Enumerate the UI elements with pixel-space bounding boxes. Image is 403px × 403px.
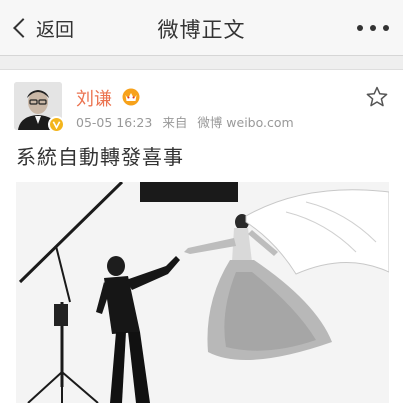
- wedding-photo: [16, 182, 389, 403]
- more-dot: [357, 25, 363, 31]
- more-options-button[interactable]: [357, 20, 389, 36]
- more-dot: [383, 25, 389, 31]
- post-source[interactable]: 微博 weibo.com: [197, 115, 293, 130]
- post-timestamp: 05-05 16:23: [76, 115, 153, 130]
- post-text: 系統自動轉發喜事: [16, 145, 184, 169]
- verified-badge-icon: [48, 116, 65, 133]
- star-outline-icon[interactable]: [365, 85, 389, 109]
- weibo-post: 刘谦 05-05 16:23 来自 微博 weibo.com 系統自動轉發喜事: [0, 71, 403, 403]
- post-image[interactable]: [16, 182, 389, 403]
- vip-crown-icon[interactable]: [121, 86, 141, 106]
- author-name[interactable]: 刘谦: [76, 85, 112, 111]
- source-prefix: 来自: [162, 115, 188, 130]
- section-divider: [0, 56, 403, 70]
- top-navigation-bar: 返回 微博正文: [0, 0, 403, 56]
- page-title: 微博正文: [157, 18, 246, 42]
- post-meta: 05-05 16:23 来自 微博 weibo.com: [76, 112, 300, 131]
- more-dot: [370, 25, 376, 31]
